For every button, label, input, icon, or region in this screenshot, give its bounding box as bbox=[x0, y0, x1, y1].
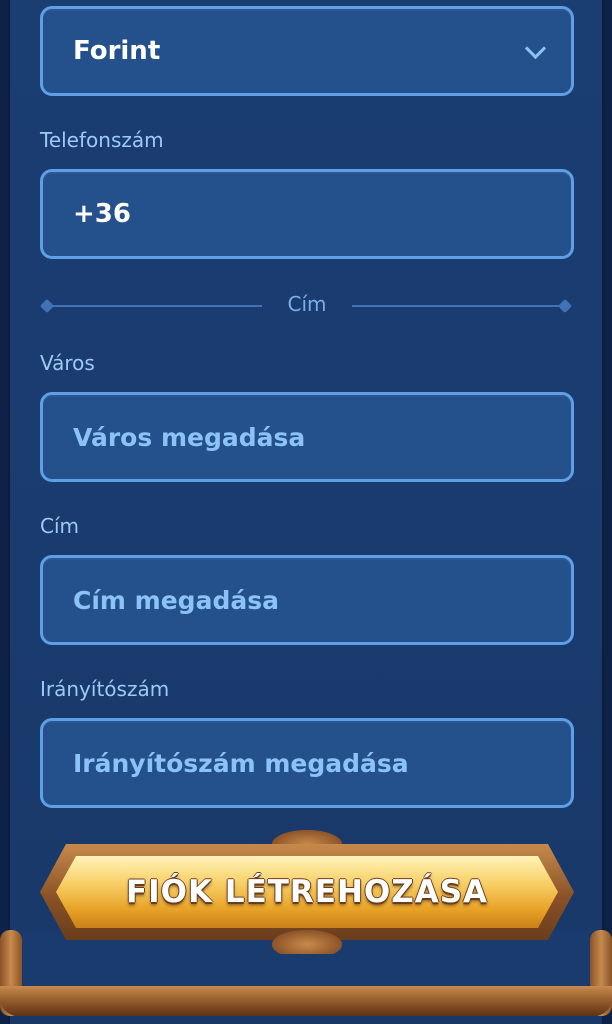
zip-placeholder: Irányítószám megadása bbox=[73, 748, 409, 778]
button-bottom-ornament-icon bbox=[272, 930, 342, 954]
section-title: Cím bbox=[287, 292, 327, 316]
currency-select[interactable]: Forint bbox=[40, 6, 574, 96]
city-placeholder: Város megadása bbox=[73, 422, 306, 452]
create-account-label: FIÓK LÉTREHOZÁSA bbox=[125, 874, 489, 910]
address-label: Cím bbox=[40, 514, 80, 538]
zip-label: Irányítószám bbox=[40, 677, 170, 701]
create-account-button[interactable]: FIÓK LÉTREHOZÁSA bbox=[40, 830, 574, 954]
zip-input[interactable]: Irányítószám megadása bbox=[40, 718, 574, 808]
address-placeholder: Cím megadása bbox=[73, 585, 279, 615]
phone-label: Telefonszám bbox=[40, 128, 164, 152]
city-input[interactable]: Város megadása bbox=[40, 392, 574, 482]
phone-value: +36 bbox=[73, 199, 131, 229]
city-label: Város bbox=[40, 351, 95, 375]
currency-selected-value: Forint bbox=[73, 36, 161, 66]
address-input[interactable]: Cím megadása bbox=[40, 555, 574, 645]
button-face: FIÓK LÉTREHOZÁSA bbox=[56, 856, 558, 928]
phone-input[interactable]: +36 bbox=[40, 169, 574, 259]
chevron-down-icon bbox=[524, 37, 547, 60]
address-section-divider: Cím bbox=[39, 292, 574, 320]
